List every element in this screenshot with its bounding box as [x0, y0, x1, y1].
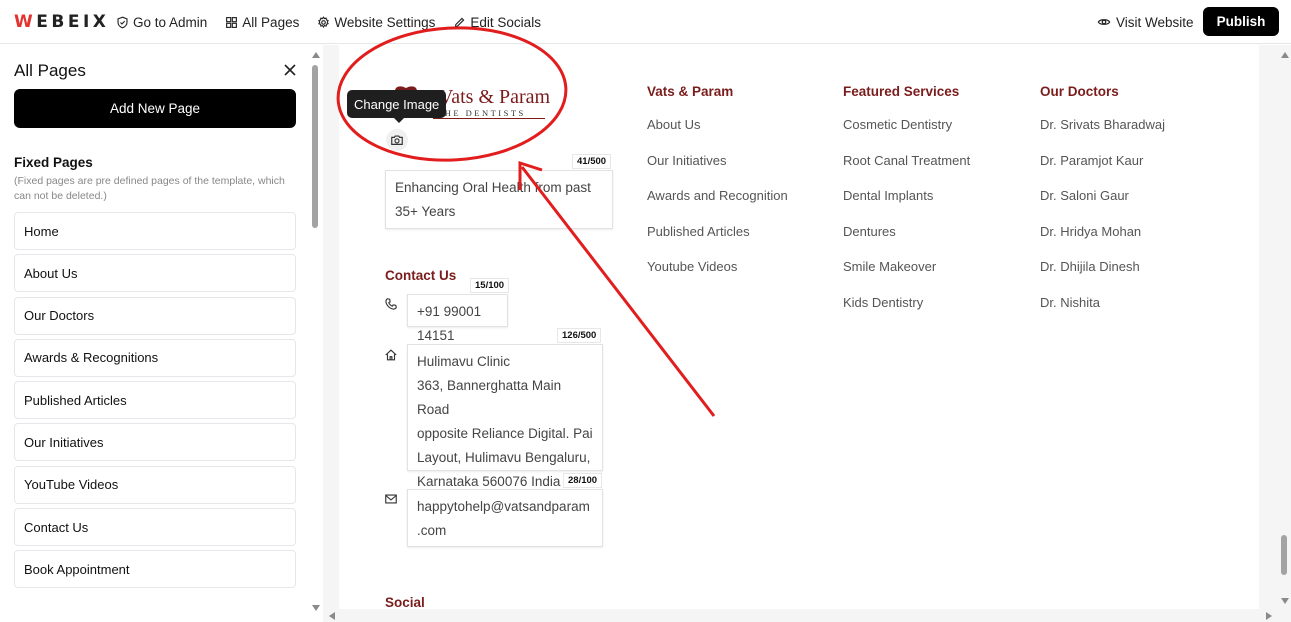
column-links-our-doctors: Dr. Srivats Bharadwaj Dr. Paramjot Kaur …: [1040, 117, 1165, 330]
horizontal-scrollbar[interactable]: [323, 609, 1278, 622]
social-heading: Social: [385, 595, 425, 609]
main-scroll-thumb[interactable]: [1281, 535, 1287, 575]
go-to-admin-link[interactable]: Go to Admin: [116, 15, 207, 30]
page-item-about-us[interactable]: About Us: [14, 254, 296, 293]
email-char-counter: 28/100: [563, 473, 603, 488]
gear-icon: [318, 15, 330, 28]
sidebar-scrollbar[interactable]: [311, 50, 320, 615]
scroll-up-arrow-icon[interactable]: [1280, 52, 1289, 58]
column-links-vats-param: About Us Our Initiatives Awards and Reco…: [647, 117, 788, 295]
footer-link[interactable]: Root Canal Treatment: [843, 153, 970, 189]
footer-link[interactable]: Dr. Hridya Mohan: [1040, 224, 1165, 260]
page-item-youtube-videos[interactable]: YouTube Videos: [14, 465, 296, 504]
column-title-our-doctors: Our Doctors: [1040, 84, 1119, 99]
brand-subtitle-text: THE DENTISTS: [437, 108, 526, 118]
tooltip-arrow: [393, 117, 405, 123]
footer-link[interactable]: Dr. Paramjot Kaur: [1040, 153, 1165, 189]
shield-check-icon: [117, 16, 128, 28]
tagline-editable-text[interactable]: Enhancing Oral Health from past 35+ Year…: [385, 170, 613, 229]
webeix-logo[interactable]: WEBEIX: [14, 12, 109, 32]
contact-us-heading: Contact Us: [385, 268, 457, 283]
page-item-home[interactable]: Home: [14, 212, 296, 250]
footer-link[interactable]: Smile Makeover: [843, 259, 970, 295]
scroll-right-arrow-icon[interactable]: [1266, 611, 1272, 620]
brand-name-text: Vats & Param: [439, 86, 551, 108]
top-nav: Go to Admin All Pages Website Settings E…: [116, 0, 541, 44]
footer-link[interactable]: Dental Implants: [843, 188, 970, 224]
top-bar: WEBEIX Go to Admin All Pages Website Set…: [0, 0, 1291, 44]
scroll-up-arrow-icon[interactable]: [311, 52, 320, 58]
change-image-tooltip: Change Image: [347, 90, 447, 118]
phone-editable-text[interactable]: +91 99001 14151: [407, 294, 508, 343]
column-title-vats-param: Vats & Param: [647, 84, 734, 99]
pencil-icon: [455, 17, 465, 28]
close-icon[interactable]: [283, 63, 297, 77]
change-image-button[interactable]: [386, 129, 408, 151]
grid-icon: [226, 16, 238, 28]
publish-button[interactable]: Publish: [1203, 7, 1279, 36]
footer-link[interactable]: Our Initiatives: [647, 153, 788, 189]
edit-socials-link[interactable]: Edit Socials: [453, 15, 541, 30]
column-links-featured-services: Cosmetic Dentistry Root Canal Treatment …: [843, 117, 970, 330]
camera-icon: [391, 135, 403, 145]
column-title-featured-services: Featured Services: [843, 84, 960, 99]
footer-link[interactable]: Dr. Saloni Gaur: [1040, 188, 1165, 224]
page-item-book-appointment[interactable]: Book Appointment: [14, 550, 296, 589]
footer-editor: Vats & Param THE DENTISTS Change Image 4…: [339, 45, 1259, 609]
footer-link[interactable]: Published Articles: [647, 224, 788, 260]
footer-link[interactable]: Cosmetic Dentistry: [843, 117, 970, 153]
footer-link[interactable]: About Us: [647, 117, 788, 153]
scroll-down-arrow-icon[interactable]: [1280, 598, 1289, 604]
visit-website-link[interactable]: Visit Website: [1097, 0, 1194, 44]
add-new-page-button[interactable]: Add New Page: [14, 89, 296, 128]
brand-underline: [433, 118, 545, 119]
pages-sidebar: All Pages Add New Page Fixed Pages (Fixe…: [0, 45, 323, 622]
home-icon: [385, 349, 397, 361]
page-item-our-doctors[interactable]: Our Doctors: [14, 296, 296, 335]
fixed-pages-description: (Fixed pages are pre defined pages of th…: [14, 175, 285, 202]
phone-icon: [385, 298, 397, 310]
phone-char-counter: 15/100: [470, 278, 510, 293]
footer-link[interactable]: Youtube Videos: [647, 259, 788, 295]
sidebar-scroll-thumb[interactable]: [312, 65, 318, 228]
footer-link[interactable]: Dr. Nishita: [1040, 295, 1165, 331]
tagline-char-counter: 41/500: [572, 154, 612, 169]
footer-link[interactable]: Dr. Dhijila Dinesh: [1040, 259, 1165, 295]
email-editable-text[interactable]: happytohelp@vatsandparam .com: [407, 489, 603, 547]
page-item-awards[interactable]: Awards & Recognitions: [14, 338, 296, 377]
address-char-counter: 126/500: [557, 328, 602, 343]
fixed-page-list: Home About Us Our Doctors Awards & Recog…: [14, 212, 296, 593]
page-item-published-articles[interactable]: Published Articles: [14, 381, 296, 420]
mail-icon: [385, 494, 397, 504]
scroll-down-arrow-icon[interactable]: [311, 605, 320, 611]
fixed-pages-heading: Fixed Pages: [14, 155, 93, 170]
address-editable-text[interactable]: Hulimavu Clinic 363, Bannerghatta Main R…: [407, 344, 603, 489]
page-item-our-initiatives[interactable]: Our Initiatives: [14, 423, 296, 462]
main-scrollbar[interactable]: [1278, 45, 1291, 610]
page-item-contact-us[interactable]: Contact Us: [14, 508, 296, 547]
sidebar-title: All Pages: [14, 61, 86, 80]
footer-link[interactable]: Kids Dentistry: [843, 295, 970, 331]
footer-link[interactable]: Dentures: [843, 224, 970, 260]
scroll-left-arrow-icon[interactable]: [329, 611, 335, 620]
website-settings-link[interactable]: Website Settings: [317, 15, 435, 30]
footer-link[interactable]: Dr. Srivats Bharadwaj: [1040, 117, 1165, 153]
footer-link[interactable]: Awards and Recognition: [647, 188, 788, 224]
all-pages-link[interactable]: All Pages: [225, 15, 299, 30]
eye-icon: [1097, 19, 1111, 25]
